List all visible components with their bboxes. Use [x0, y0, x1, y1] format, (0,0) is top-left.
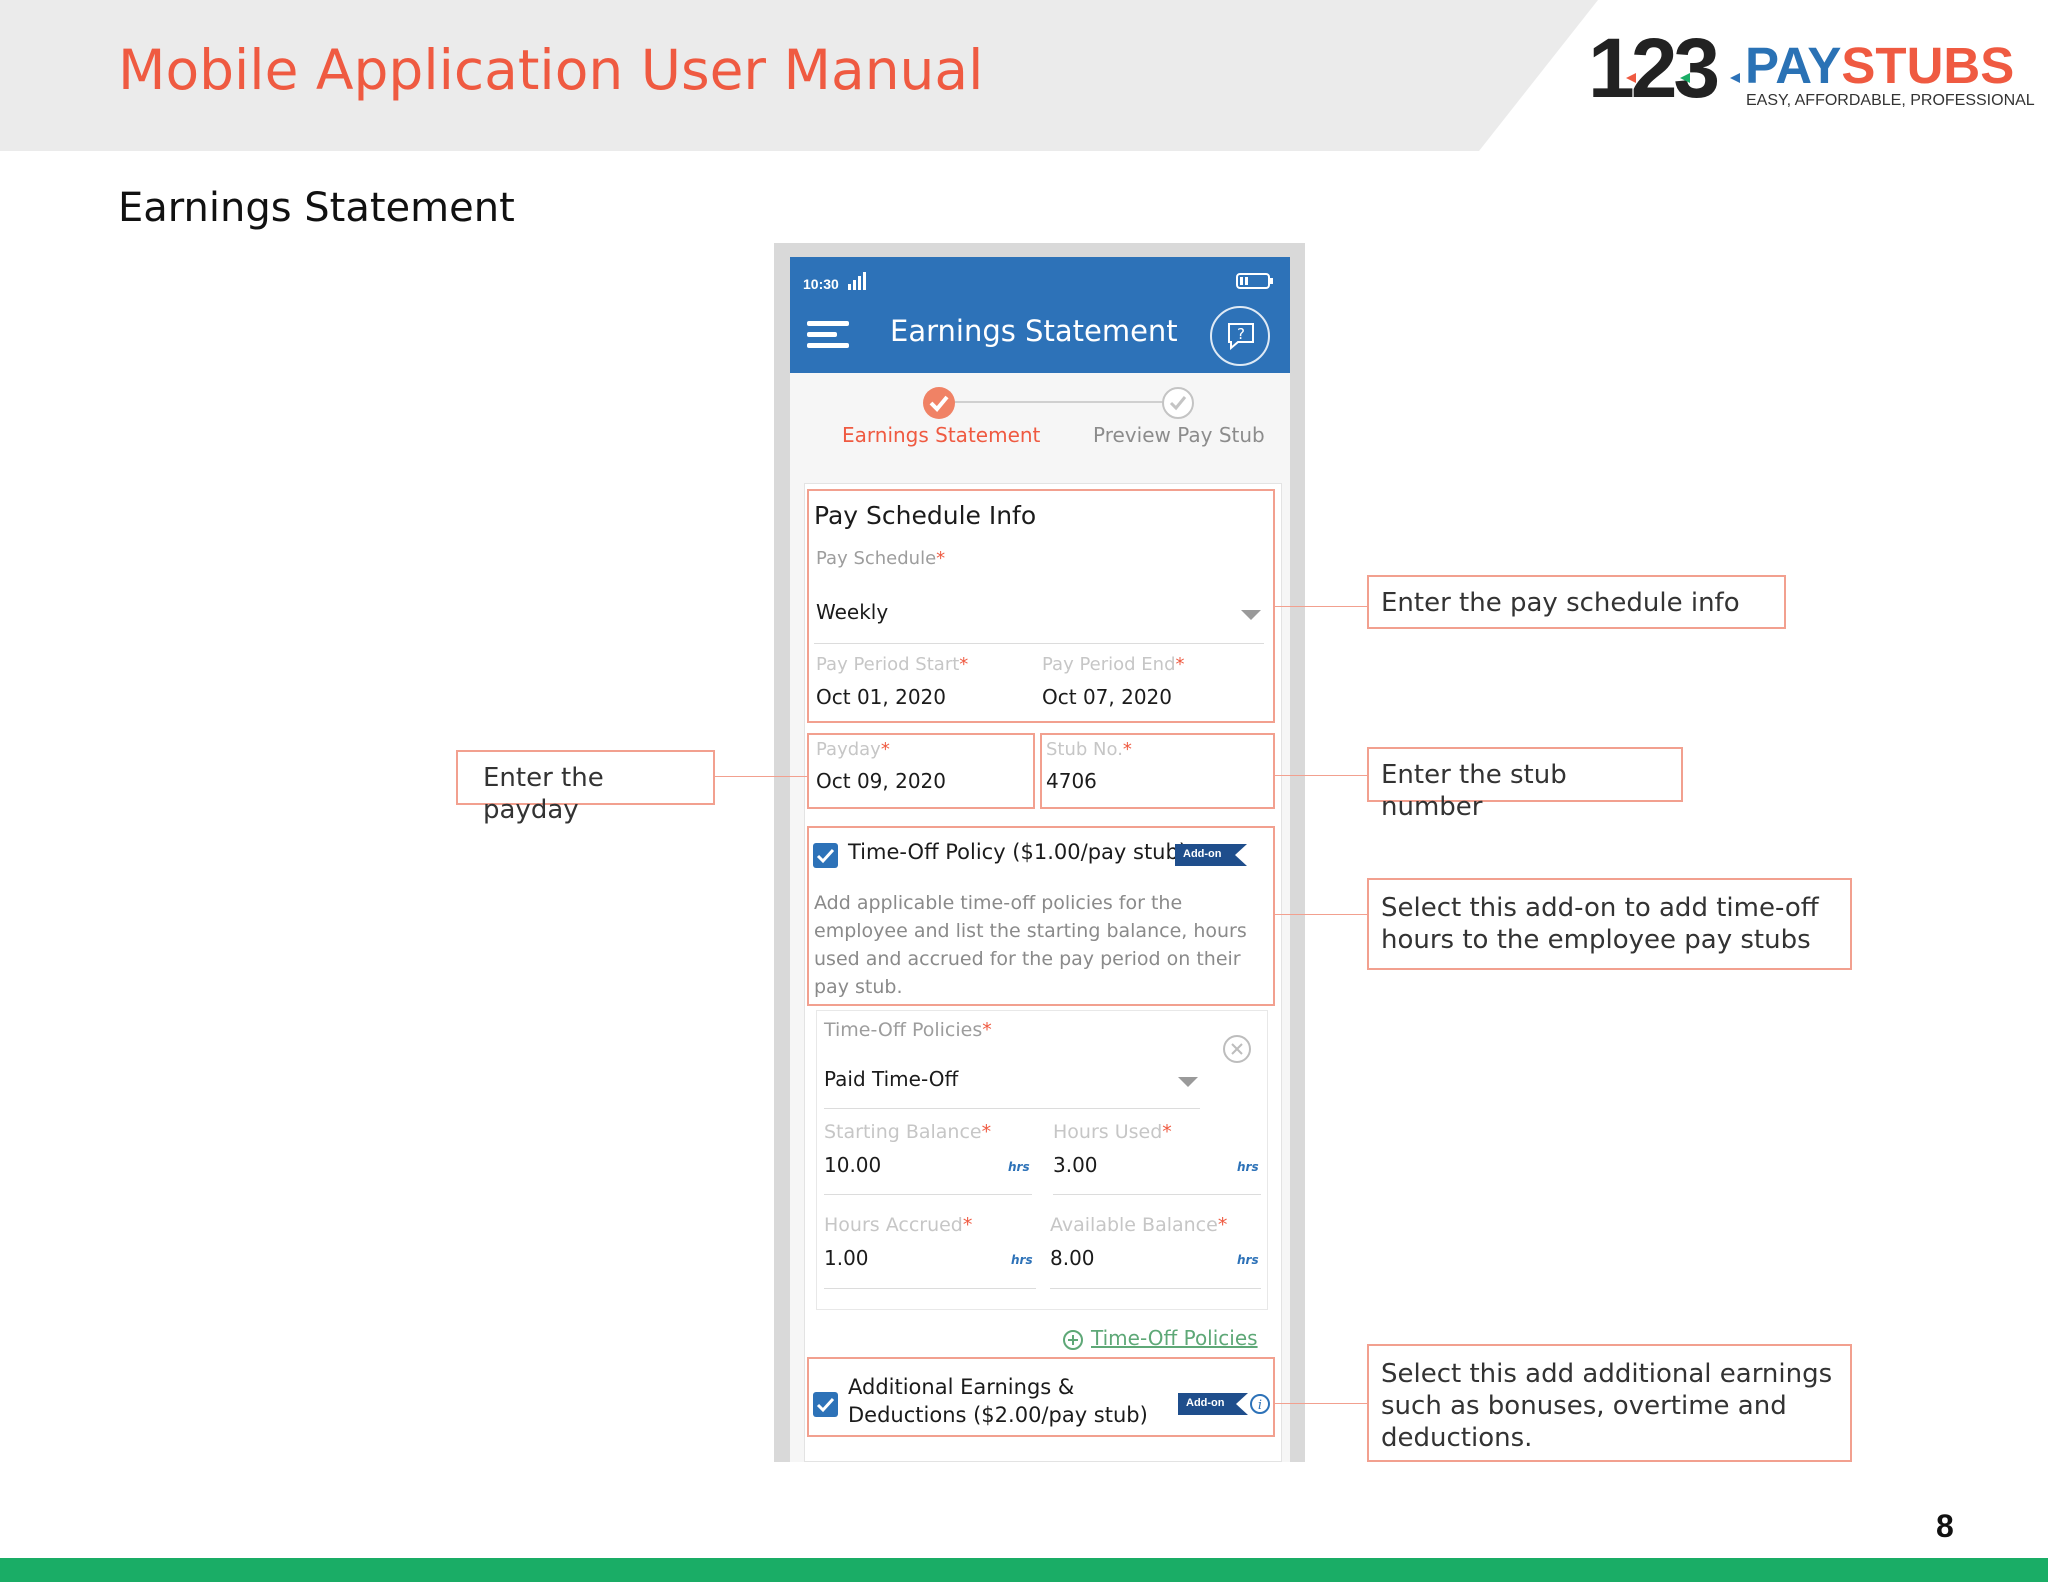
divider: [824, 1288, 1036, 1289]
add-time-off-policies-link[interactable]: Time-Off Policies: [1091, 1326, 1258, 1350]
dropdown-arrow-icon[interactable]: [1241, 610, 1261, 622]
callout-payday: Enter the payday: [456, 750, 715, 825]
dropdown-arrow-icon[interactable]: [1178, 1077, 1198, 1089]
pay-schedule-select[interactable]: Weekly: [816, 600, 888, 624]
connector-additional: [1275, 1403, 1368, 1404]
divider: [824, 1194, 1032, 1195]
time-off-policies-label: Time-Off Policies*: [824, 1019, 992, 1041]
battery-icon: [1236, 273, 1273, 289]
pay-period-end-input[interactable]: Oct 07, 2020: [1042, 685, 1172, 709]
checkbox-checked-icon: [816, 848, 835, 864]
pay-period-start-label: Pay Period Start*: [816, 654, 969, 675]
check-circle-icon[interactable]: [922, 386, 956, 420]
signal-icon: [848, 272, 866, 290]
step-earnings-statement[interactable]: Earnings Statement: [842, 423, 1040, 447]
logo-wordmark: PAYSTUBS: [1745, 37, 2015, 94]
available-balance-label: Available Balance*: [1050, 1214, 1228, 1236]
info-icon[interactable]: i: [1249, 1393, 1271, 1415]
hours-used-input[interactable]: 3.00: [1053, 1153, 1098, 1177]
svg-text:?: ?: [1237, 325, 1245, 343]
divider: [1053, 1194, 1261, 1195]
footer-bar: [0, 1558, 2048, 1582]
hours-used-unit: hrs: [1237, 1160, 1259, 1174]
time-off-checkbox[interactable]: [813, 843, 838, 868]
stub-no-label: Stub No.*: [1046, 739, 1132, 760]
additional-earnings-label-line1: Additional Earnings &: [848, 1375, 1075, 1399]
callout-stub-number: Enter the stub number: [1367, 747, 1683, 822]
divider: [824, 1108, 1200, 1109]
hours-used-label: Hours Used*: [1053, 1121, 1172, 1143]
connector-stub-number: [1275, 775, 1368, 776]
additional-earnings-label-line2: Deductions ($2.00/pay stub): [848, 1403, 1148, 1427]
starting-balance-unit: hrs: [1008, 1160, 1030, 1174]
app-bar-title: Earnings Statement: [890, 314, 1178, 348]
hours-accrued-label: Hours Accrued*: [824, 1214, 973, 1236]
time-off-description: Add applicable time-off policies for the…: [814, 892, 1247, 998]
payday-input[interactable]: Oct 09, 2020: [816, 769, 946, 793]
available-balance-input[interactable]: 8.00: [1050, 1246, 1095, 1270]
divider: [814, 643, 1264, 644]
pay-period-start-input[interactable]: Oct 01, 2020: [816, 685, 946, 709]
page-number: 8: [1936, 1508, 1954, 1544]
menu-icon[interactable]: [807, 320, 851, 350]
section-title: Earnings Statement: [118, 185, 515, 231]
connector-time-off: [1275, 914, 1368, 915]
logo-number: 123: [1588, 21, 1720, 115]
time-off-checkbox-label: Time-Off Policy ($1.00/pay stub): [848, 840, 1188, 864]
hours-accrued-input[interactable]: 1.00: [824, 1246, 869, 1270]
logo-tagline: EASY, AFFORDABLE, PROFESSIONAL: [1746, 92, 2035, 109]
status-time: 10:30: [803, 276, 839, 292]
help-button[interactable]: ?: [1210, 306, 1270, 366]
payday-label: Payday*: [816, 739, 890, 760]
hours-accrued-unit: hrs: [1011, 1253, 1033, 1267]
callout-pay-schedule: Enter the pay schedule info: [1367, 575, 1786, 629]
pay-schedule-heading: Pay Schedule Info: [814, 501, 1037, 530]
checkbox-checked-icon: [816, 1397, 835, 1413]
plus-circle-icon[interactable]: [1062, 1329, 1084, 1351]
divider: [1050, 1288, 1261, 1289]
callout-time-off: Select this add-on to add time-off hours…: [1367, 878, 1852, 970]
time-off-policy-subcard: [816, 1010, 1268, 1310]
available-balance-unit: hrs: [1237, 1253, 1259, 1267]
callout-additional: Select this add additional earnings such…: [1367, 1344, 1852, 1462]
connector-pay-schedule: [1275, 606, 1368, 607]
check-circle-pending-icon[interactable]: [1161, 386, 1195, 420]
step-preview-pay-stub[interactable]: Preview Pay Stub: [1093, 423, 1265, 447]
time-off-addon-badge: Add-on: [1175, 844, 1247, 866]
manual-title: Mobile Application User Manual: [118, 38, 984, 102]
time-off-policy-select[interactable]: Paid Time-Off: [824, 1067, 958, 1091]
svg-text:i: i: [1258, 1398, 1262, 1413]
logo-arrow-icon: [1626, 73, 1740, 83]
stepper-line: [940, 401, 1180, 403]
connector-payday: [714, 776, 807, 777]
starting-balance-label: Starting Balance*: [824, 1121, 992, 1143]
stub-no-input[interactable]: 4706: [1046, 769, 1097, 793]
additional-earnings-checkbox[interactable]: [813, 1392, 838, 1417]
help-chat-icon: ?: [1228, 323, 1254, 351]
pay-period-end-label: Pay Period End*: [1042, 654, 1185, 675]
starting-balance-input[interactable]: 10.00: [824, 1153, 881, 1177]
close-circle-icon[interactable]: [1222, 1034, 1252, 1064]
pay-schedule-label: Pay Schedule*: [816, 548, 946, 569]
additional-earnings-addon-badge: Add-on: [1178, 1393, 1248, 1415]
